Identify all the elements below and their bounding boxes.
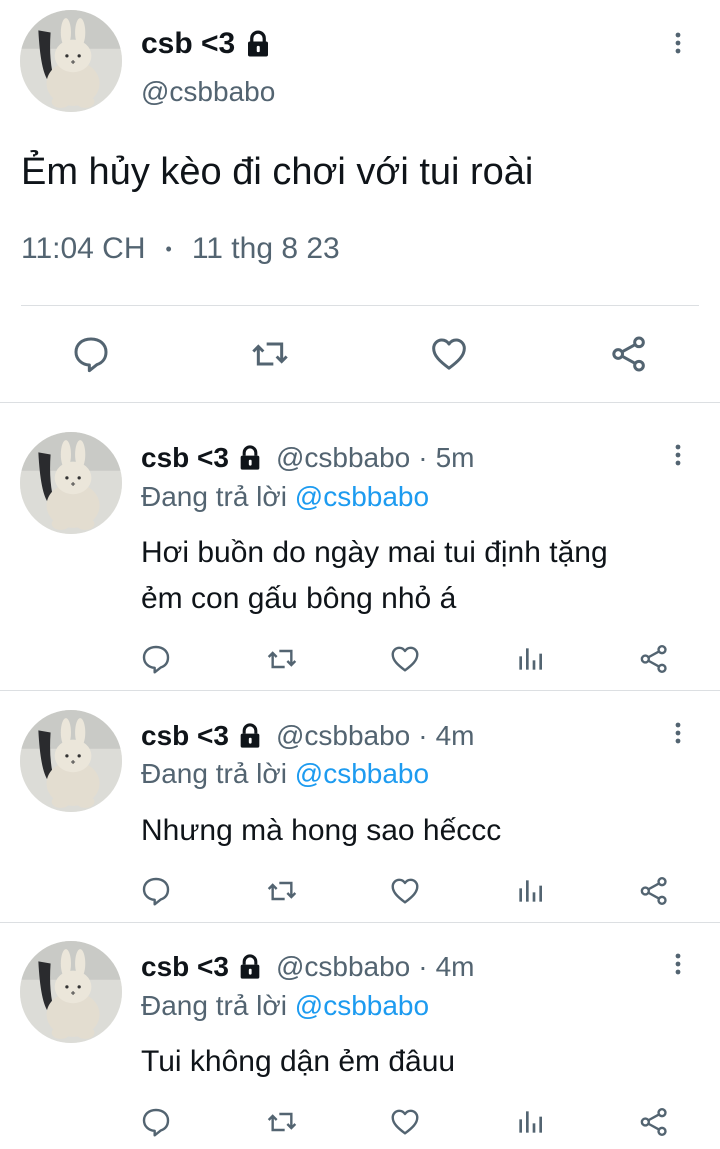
reply-text-line: Nhưng mà hong sao hếccc: [141, 814, 502, 847]
meta-dot: ·: [418, 442, 428, 473]
reply-text: Hơi buồn do ngày mai tui định tặng ẻm co…: [141, 530, 608, 622]
views-chart-icon[interactable]: [514, 643, 546, 675]
retweet-icon[interactable]: [266, 643, 298, 675]
reply-text-line: ẻm con gấu bông nhỏ á: [141, 582, 457, 615]
retweet-icon[interactable]: [266, 875, 298, 907]
tweet-date[interactable]: 11 thg 8 23: [192, 232, 340, 266]
meta-dot: ·: [418, 720, 428, 751]
views-chart-icon[interactable]: [514, 875, 546, 907]
replying-to: Đang trả lời @csbbabo: [141, 758, 429, 790]
heart-icon[interactable]: [429, 334, 469, 374]
author-handle[interactable]: @csbbabo: [141, 76, 275, 108]
reply-age[interactable]: 5m: [436, 442, 475, 474]
author-handle[interactable]: @csbbabo: [276, 442, 410, 474]
reply-header: csb <3 @csbbabo · 5m: [141, 441, 474, 475]
divider: [0, 690, 720, 691]
display-name[interactable]: csb <3: [141, 442, 229, 474]
avatar[interactable]: [20, 710, 122, 812]
avatar[interactable]: [20, 10, 122, 112]
lock-icon: [243, 29, 273, 59]
reply-icon[interactable]: [140, 643, 172, 675]
replying-to-handle[interactable]: @csbbabo: [295, 481, 429, 512]
share-icon[interactable]: [638, 875, 670, 907]
author-handle[interactable]: @csbbabo: [276, 951, 410, 983]
reply-header: csb <3 @csbbabo · 4m: [141, 719, 474, 753]
reply-text-line: Tui không dận ẻm đâuu: [141, 1045, 456, 1078]
reply-text: Tui không dận ẻm đâuu: [141, 1039, 455, 1085]
more-vertical-icon[interactable]: [666, 720, 690, 746]
meta-dot: ·: [418, 951, 428, 982]
lock-icon: [236, 953, 264, 981]
retweet-icon[interactable]: [266, 1106, 298, 1138]
replying-to-handle[interactable]: @csbbabo: [295, 990, 429, 1021]
heart-icon[interactable]: [389, 643, 421, 675]
reply-text-line: Hơi buồn do ngày mai tui định tặng: [141, 536, 608, 569]
replying-to-label: Đang trả lời: [141, 481, 295, 512]
replying-to-handle[interactable]: @csbbabo: [295, 758, 429, 789]
timestamp-separator: •: [165, 238, 172, 259]
tweet-timestamp: 11:04 CH • 11 thg 8 23: [21, 232, 340, 266]
retweet-icon[interactable]: [250, 334, 290, 374]
share-icon[interactable]: [609, 334, 649, 374]
author-handle[interactable]: @csbbabo: [276, 720, 410, 752]
more-vertical-icon[interactable]: [666, 442, 690, 468]
replying-to-label: Đang trả lời: [141, 990, 295, 1021]
heart-icon[interactable]: [389, 1106, 421, 1138]
reply-icon[interactable]: [140, 875, 172, 907]
more-vertical-icon[interactable]: [666, 30, 690, 56]
heart-icon[interactable]: [389, 875, 421, 907]
replying-to: Đang trả lời @csbbabo: [141, 481, 429, 513]
views-chart-icon[interactable]: [514, 1106, 546, 1138]
replying-to: Đang trả lời @csbbabo: [141, 990, 429, 1022]
avatar[interactable]: [20, 432, 122, 534]
divider: [0, 402, 720, 403]
avatar[interactable]: [20, 941, 122, 1043]
reply-text: Nhưng mà hong sao hếccc: [141, 808, 501, 854]
tweet-text: Ẻm hủy kèo đi chơi với tui roài: [21, 151, 534, 193]
lock-icon: [236, 722, 264, 750]
share-icon[interactable]: [638, 1106, 670, 1138]
display-name[interactable]: csb <3: [141, 951, 229, 983]
author-name-row: csb <3: [141, 26, 273, 62]
reply-icon[interactable]: [140, 1106, 172, 1138]
more-vertical-icon[interactable]: [666, 951, 690, 977]
display-name[interactable]: csb <3: [141, 27, 235, 61]
divider: [21, 305, 699, 306]
lock-icon: [236, 444, 264, 472]
reply-age[interactable]: 4m: [436, 951, 475, 983]
share-icon[interactable]: [638, 643, 670, 675]
display-name[interactable]: csb <3: [141, 720, 229, 752]
replying-to-label: Đang trả lời: [141, 758, 295, 789]
reply-age[interactable]: 4m: [436, 720, 475, 752]
tweet-time[interactable]: 11:04 CH: [21, 232, 146, 266]
reply-header: csb <3 @csbbabo · 4m: [141, 950, 474, 984]
divider: [0, 922, 720, 923]
reply-icon[interactable]: [71, 334, 111, 374]
